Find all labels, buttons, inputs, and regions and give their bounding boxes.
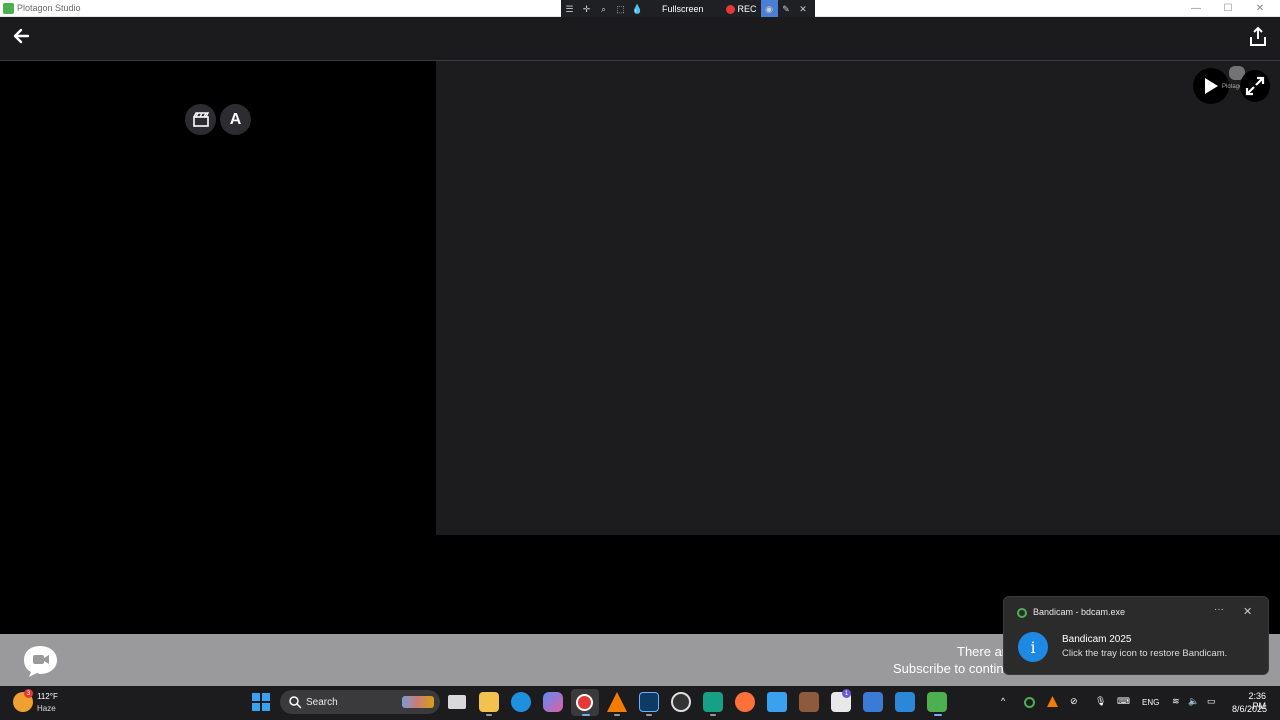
notification-app-name: Bandicam - bdcam.exe [1033,607,1126,617]
arrow-left-icon [13,28,30,44]
weather-temp[interactable]: 112°F [37,692,58,701]
info-icon: i [1018,632,1048,662]
plotagon-taskbar-icon[interactable] [927,692,947,712]
promo-line-2: Subscribe to continu [893,661,1011,676]
photos-icon[interactable] [895,692,915,712]
rec-label: REC [737,4,757,14]
text-A-icon: A [229,110,242,128]
rec-button[interactable]: REC [722,4,761,14]
share-icon [1250,26,1266,46]
copilot-icon[interactable] [543,692,563,712]
share-button[interactable] [1248,26,1268,48]
bandicam-app-icon [1017,608,1027,618]
crosshair-icon[interactable]: ✛ [578,0,595,18]
boat-app-icon[interactable] [767,692,787,712]
fullscreen-icon [1245,76,1265,96]
zoom-window-icon[interactable]: ⌕ [595,0,612,18]
left-panel [0,61,436,634]
notification-body: Click the tray icon to restore Bandicam. [1062,648,1228,659]
file-explorer-icon[interactable] [479,692,499,712]
firefox-icon[interactable] [735,692,755,712]
winrar-icon[interactable] [799,692,819,712]
maximize-button[interactable]: ☐ [1213,0,1243,17]
keyboard-icon[interactable]: ⌨ [1117,696,1130,707]
chevron-up-icon[interactable]: ^ [1001,696,1005,706]
promo-line-1: There ar [957,644,1007,659]
bandicam-notification[interactable]: Bandicam - bdcam.exe ··· ✕ i Bandicam 20… [1003,596,1269,675]
screen-recorder-icon[interactable] [703,692,723,712]
network-off-icon[interactable]: ⊘ [1070,696,1078,707]
notepad-icon[interactable] [863,692,883,712]
battery-icon[interactable]: ▭ [1207,696,1216,707]
weather-badge: 3 [24,689,33,698]
text-button[interactable]: A [220,104,251,135]
search-icon [289,696,302,709]
play-icon [1205,78,1218,94]
menu-icon[interactable]: ☰ [561,0,578,18]
volume-icon[interactable]: 🔈 [1188,696,1199,707]
preview-stage [436,61,1280,535]
edge-icon[interactable] [511,692,531,712]
clapperboard-icon [192,111,209,127]
store-badge: 1 [842,689,851,698]
drop-icon[interactable]: 💧 [629,0,646,18]
search-placeholder: Search [306,697,338,708]
select-area-icon[interactable]: ⬚ [612,0,629,18]
notification-title: Bandicam 2025 [1062,634,1132,645]
wifi-icon[interactable]: ≋ [1172,696,1180,707]
clock-date[interactable]: 8/6/2025 [1227,704,1267,714]
bandicam-close-icon[interactable]: ✕ [795,0,812,18]
language-indicator[interactable]: ENG [1142,698,1159,707]
more-options-icon[interactable]: ··· [1214,604,1224,615]
fullscreen-mode-label[interactable]: Fullscreen [658,4,708,14]
app-header [0,17,1280,61]
bandicam-icon[interactable] [576,694,593,711]
microphone-icon[interactable]: 🎙 [1095,696,1106,707]
bandicam-toolbar: ☰ ✛ ⌕ ⬚ 💧 Fullscreen REC ◉ ✎ ✕ [561,0,815,18]
minimize-button[interactable]: — [1181,0,1211,17]
plotagon-logo [22,644,59,678]
fullscreen-button[interactable] [1240,70,1270,102]
window-title: Plotagon Studio [17,3,81,13]
close-button[interactable]: ✕ [1245,0,1275,17]
back-button[interactable] [12,27,32,47]
windows-logo-icon [252,693,260,701]
plotagon-app-icon [3,3,14,14]
pencil-icon[interactable]: ✎ [778,0,795,18]
vegas-icon[interactable] [639,692,659,712]
record-icon [725,4,735,14]
start-button[interactable] [252,693,270,711]
task-view-icon[interactable] [448,695,466,709]
obs-icon[interactable] [671,692,691,712]
notification-close-icon[interactable]: ✕ [1243,605,1252,618]
camera-icon[interactable]: ◉ [760,0,778,18]
scene-button[interactable] [185,104,216,135]
taskbar-search[interactable]: Search [280,690,440,714]
weather-desc[interactable]: Haze [37,704,56,713]
search-highlight-icon [402,696,434,708]
bandicam-tray-icon[interactable] [1024,697,1035,708]
